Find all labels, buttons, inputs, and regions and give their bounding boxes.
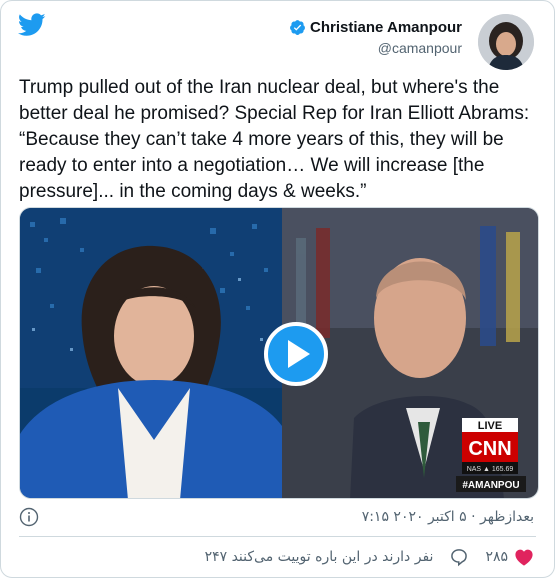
live-label: LIVE: [478, 420, 502, 432]
twitter-bird-icon[interactable]: [18, 13, 46, 37]
cnn-live-badge: LIVE CNN NAS ▲ 165.69 #AMANPOU: [456, 418, 526, 492]
network-logo: CNN: [468, 438, 511, 460]
author-handle[interactable]: @camanpour: [289, 40, 462, 56]
tweet-text: Trump pulled out of the Iran nuclear dea…: [19, 77, 530, 202]
video-player[interactable]: LIVE CNN NAS ▲ 165.69 #AMANPOU: [19, 207, 539, 499]
play-icon[interactable]: [264, 322, 328, 386]
divider: [19, 536, 536, 537]
market-ticker: NAS ▲ 165.69: [467, 466, 514, 473]
like-count[interactable]: ۲۸۵: [485, 549, 508, 565]
info-icon[interactable]: [19, 507, 39, 527]
author-block[interactable]: Christiane Amanpour @camanpour: [289, 19, 462, 56]
tweet-embed-card: Christiane Amanpour @camanpour Trump pul…: [0, 0, 555, 578]
comment-icon[interactable]: [449, 547, 469, 567]
engagement-bar: ۲۴۷ نفر دارند در این باره توییت می‌کنند …: [205, 547, 534, 567]
avatar[interactable]: [478, 14, 534, 70]
verified-badge-icon: [290, 20, 305, 35]
replies-text[interactable]: ۲۴۷ نفر دارند در این باره توییت می‌کنند: [205, 549, 434, 565]
author-name[interactable]: Christiane Amanpour: [310, 19, 462, 36]
avatar-photo: [478, 14, 534, 70]
heart-icon[interactable]: [514, 548, 534, 566]
show-hashtag: #AMANPOU: [462, 480, 519, 491]
tweet-timestamp[interactable]: ۷:۱۵ بعدازظهر · ۵ اکتبر ۲۰۲۰: [362, 509, 534, 525]
